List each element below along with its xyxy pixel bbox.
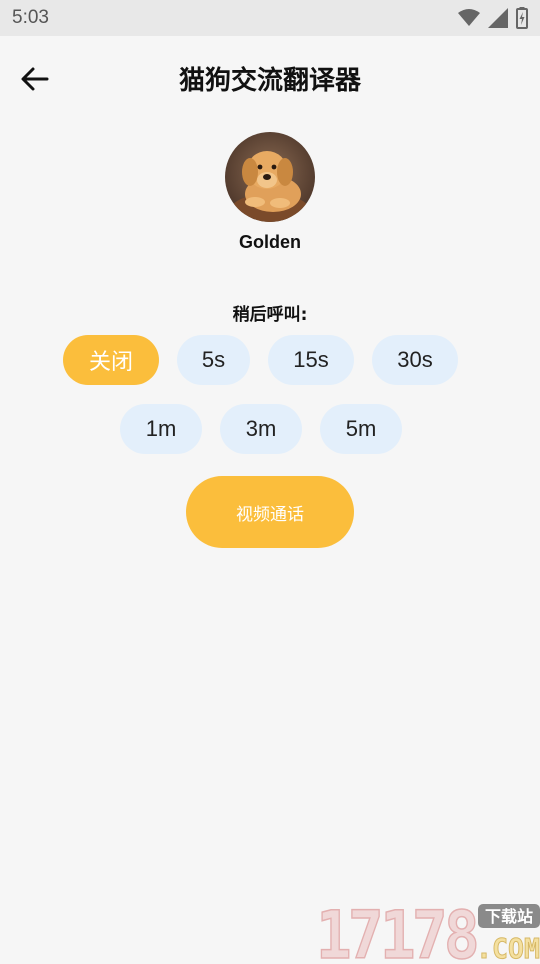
watermark-tag: 下载站	[485, 907, 533, 926]
call-later-option-5s[interactable]: 5s	[177, 335, 250, 385]
call-later-option-5m[interactable]: 5m	[320, 404, 402, 454]
signal-icon	[488, 8, 508, 28]
golden-retriever-photo	[225, 132, 315, 222]
app-header: 猫狗交流翻译器	[0, 36, 540, 120]
wifi-icon	[458, 9, 480, 26]
page-title: 猫狗交流翻译器	[178, 66, 361, 96]
call-later-option-off[interactable]: 关闭	[63, 335, 159, 385]
pet-avatar	[225, 132, 315, 222]
watermark-number: 17178	[316, 898, 476, 960]
call-later-option-1m[interactable]: 1m	[120, 404, 202, 454]
site-watermark: 17178 下载站 .COM	[315, 896, 540, 964]
call-later-option-15s[interactable]: 15s	[268, 335, 354, 385]
call-later-option-3m[interactable]: 3m	[220, 404, 302, 454]
video-call-button[interactable]: 视频通话	[186, 476, 354, 548]
status-icons	[458, 7, 528, 29]
battery-icon	[516, 7, 528, 29]
watermark-domain: .COM	[476, 932, 540, 960]
call-later-label: 稍后呼叫:	[232, 305, 308, 325]
pet-name: Golden	[239, 232, 301, 252]
call-later-option-30s[interactable]: 30s	[372, 335, 458, 385]
status-time: 5:03	[12, 7, 49, 28]
status-bar: 5:03	[0, 0, 540, 36]
